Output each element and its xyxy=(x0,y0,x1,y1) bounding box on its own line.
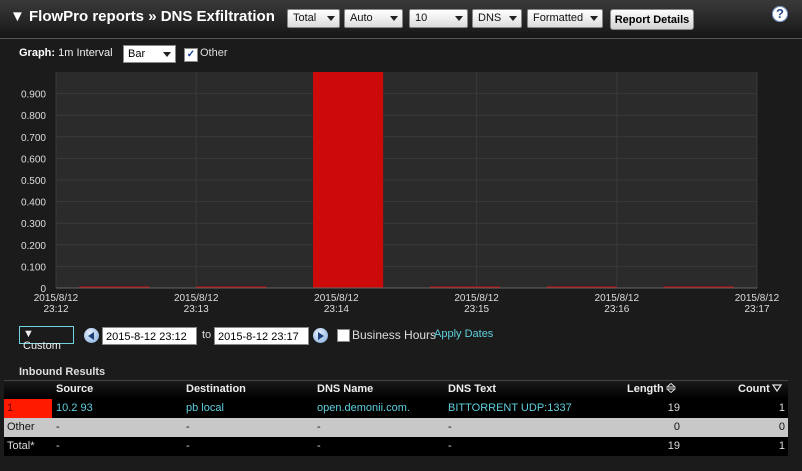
report-details-button[interactable]: Report Details xyxy=(610,9,694,30)
range-dropdown-label: Custom xyxy=(23,340,61,352)
interval-label: 1m Interval xyxy=(58,47,113,59)
graph-label: Graph: xyxy=(19,47,56,59)
limit-select-value: 10 xyxy=(415,12,428,24)
y-tick-label: 0.700 xyxy=(21,133,46,144)
triangle-down-icon: ▼ xyxy=(23,328,34,340)
chevron-down-icon xyxy=(327,16,335,21)
dns-name-link[interactable]: open.demonii.com. xyxy=(317,402,410,414)
sort-descending-icon xyxy=(771,384,782,393)
y-tick-label: 0.500 xyxy=(21,176,46,187)
total-row-label: Total* xyxy=(7,440,35,452)
chevron-down-icon xyxy=(163,52,171,57)
other-dns-text: - xyxy=(448,421,452,433)
y-tick-label: 0.300 xyxy=(21,219,46,230)
type-select[interactable]: DNS xyxy=(472,9,522,28)
other-row-label: Other xyxy=(7,421,35,433)
format-select-value: Formatted xyxy=(533,12,584,24)
page-title[interactable]: ▼ FlowPro reports » DNS Exfiltration xyxy=(10,8,275,25)
y-tick-label: 0.600 xyxy=(21,154,46,165)
table-header: Source Destination DNS Name DNS Text Len… xyxy=(4,380,788,399)
column-destination[interactable]: Destination xyxy=(186,383,246,395)
start-date-input[interactable] xyxy=(102,327,197,345)
x-tick-time-label: 23:13 xyxy=(184,304,209,315)
other-label: Other xyxy=(200,47,228,59)
x-axis: 2015/8/1223:122015/8/1223:132015/8/1223:… xyxy=(34,287,780,315)
column-dns-name[interactable]: DNS Name xyxy=(317,383,373,395)
chevron-down-icon xyxy=(390,16,398,21)
sort-both-icon xyxy=(665,383,676,393)
total-dns-name: - xyxy=(317,440,321,452)
source-link[interactable]: 10.2 93 xyxy=(56,402,93,414)
total-count: 1 xyxy=(778,440,785,452)
unit-select[interactable]: Auto xyxy=(344,9,403,28)
unit-select-value: Auto xyxy=(350,12,373,24)
business-hours-checkbox[interactable] xyxy=(337,329,350,342)
count-value: 1 xyxy=(778,402,785,414)
type-select-value: DNS xyxy=(478,12,502,24)
length-value: 19 xyxy=(667,402,680,414)
to-label: to xyxy=(202,329,212,341)
x-tick-date-label: 2015/8/12 xyxy=(314,293,359,304)
other-destination: - xyxy=(186,421,190,433)
column-count-label: Count xyxy=(738,383,770,395)
y-tick-label: 0.200 xyxy=(21,241,46,252)
view-select[interactable]: Total xyxy=(287,9,340,28)
help-icon[interactable]: ? xyxy=(772,6,788,22)
column-length-label: Length xyxy=(627,383,664,395)
limit-select[interactable]: 10 xyxy=(409,9,468,28)
table-row[interactable]: 1 10.2 93 pb local open.demonii.com. BIT… xyxy=(4,399,788,418)
column-length[interactable]: Length xyxy=(627,383,676,395)
x-tick-date-label: 2015/8/12 xyxy=(174,293,219,304)
chart-type-select[interactable]: Bar xyxy=(123,45,176,63)
total-length: 19 xyxy=(667,440,680,452)
chevron-down-icon xyxy=(509,16,517,21)
other-dns-name: - xyxy=(317,421,321,433)
chart-type-value: Bar xyxy=(128,48,146,60)
x-tick-time-label: 23:14 xyxy=(324,304,349,315)
y-tick-label: 0.400 xyxy=(21,198,46,209)
range-dropdown-button[interactable]: ▼ Custom xyxy=(19,326,74,352)
x-tick-time-label: 23:15 xyxy=(464,304,489,315)
other-source: - xyxy=(56,421,60,433)
chevron-down-icon xyxy=(590,16,598,21)
x-tick-time-label: 23:17 xyxy=(744,304,769,315)
y-tick-label: 0.900 xyxy=(21,90,46,101)
end-date-input[interactable] xyxy=(214,327,309,345)
format-select[interactable]: Formatted xyxy=(527,9,603,28)
y-tick-label: 0.100 xyxy=(21,262,46,273)
bar-chart: 00.1000.2000.3000.4000.5000.6000.7000.80… xyxy=(21,72,780,315)
destination-link[interactable]: pb local xyxy=(186,402,224,414)
chevron-down-icon xyxy=(455,16,463,21)
column-count[interactable]: Count xyxy=(738,383,782,395)
bar-23:14[interactable] xyxy=(313,72,384,288)
y-tick-label: 0.800 xyxy=(21,111,46,122)
x-tick-date-label: 2015/8/12 xyxy=(735,293,780,304)
x-tick-time-label: 23:16 xyxy=(604,304,629,315)
table-row-total: Total* - - - - 19 1 xyxy=(4,437,788,456)
other-checkbox[interactable]: ✓ xyxy=(184,48,198,62)
total-source: - xyxy=(56,440,60,452)
inbound-results-title: Inbound Results xyxy=(19,366,106,378)
graph-options: Graph: 1m Interval xyxy=(19,47,113,59)
apply-dates-link[interactable]: Apply Dates xyxy=(434,328,493,340)
x-tick-date-label: 2015/8/12 xyxy=(34,293,79,304)
next-range-icon[interactable] xyxy=(313,328,328,343)
y-axis: 00.1000.2000.3000.4000.5000.6000.7000.80… xyxy=(21,90,46,295)
dns-text-link[interactable]: BITTORRENT UDP:1337 xyxy=(448,402,572,414)
total-dns-text: - xyxy=(448,440,452,452)
view-select-value: Total xyxy=(293,12,317,24)
x-tick-date-label: 2015/8/12 xyxy=(595,293,640,304)
column-dns-text[interactable]: DNS Text xyxy=(448,383,496,395)
total-destination: - xyxy=(186,440,190,452)
previous-range-icon[interactable] xyxy=(84,328,99,343)
table-row-other: Other - - - - 0 0 xyxy=(4,418,788,437)
column-source[interactable]: Source xyxy=(56,383,93,395)
x-tick-time-label: 23:12 xyxy=(43,304,68,315)
business-hours-label: Business Hours xyxy=(352,328,437,342)
other-count: 0 xyxy=(778,421,785,433)
row-key: 1 xyxy=(7,402,14,414)
other-length: 0 xyxy=(673,421,680,433)
x-tick-date-label: 2015/8/12 xyxy=(454,293,499,304)
